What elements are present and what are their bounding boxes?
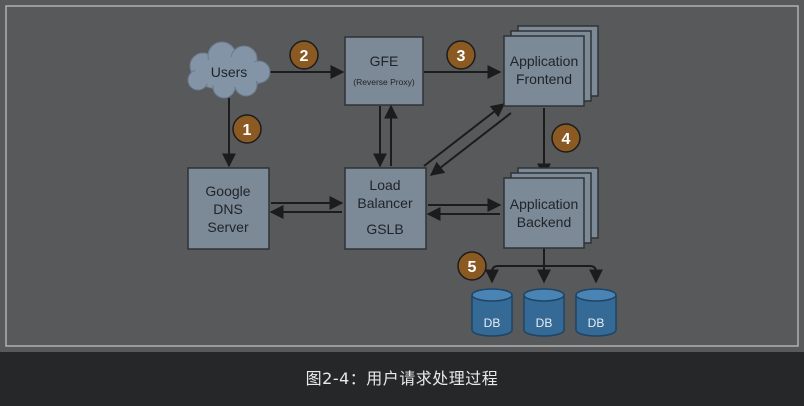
load-balancer-line1: Load (369, 177, 400, 193)
step-number: 2 (300, 48, 309, 65)
gfe-label: GFE (370, 53, 399, 69)
db-label: DB (588, 316, 605, 330)
figure-caption: 图2-4：用户请求处理过程 (305, 369, 499, 388)
app-frontend-line2: Frontend (516, 71, 572, 87)
users-label: Users (211, 64, 248, 80)
db-label: DB (484, 316, 501, 330)
app-backend-line1: Application (510, 196, 579, 212)
google-dns-node: Google DNS Server (187, 167, 270, 250)
gfe-sublabel: (Reverse Proxy) (353, 77, 415, 87)
step-number: 3 (457, 48, 466, 65)
load-balancer-node: Load Balancer GSLB (344, 167, 427, 250)
step-marker-2: 2 (289, 40, 319, 70)
database-cylinder: DB (575, 288, 617, 337)
request-flow-diagram: Users GFE (Reverse Proxy) Application Fr… (5, 5, 799, 347)
users-cloud: Users (187, 41, 271, 99)
step-marker-4: 4 (551, 123, 581, 153)
app-frontend-line1: Application (510, 53, 579, 69)
arrow-backend-to-db-left (485, 265, 544, 284)
load-balancer-line3: GSLB (366, 221, 403, 237)
step-number: 1 (243, 122, 252, 139)
app-backend-node: Application Backend (503, 167, 599, 249)
database-cylinder: DB (471, 288, 513, 337)
gfe-node: GFE (Reverse Proxy) (344, 36, 424, 106)
arrow-backend-to-db-right (544, 265, 603, 284)
db-label: DB (536, 316, 553, 330)
arrow-lb-to-frontend (423, 103, 506, 167)
google-dns-line1: Google (205, 183, 250, 199)
step-marker-1: 1 (232, 114, 262, 144)
arrow-frontend-to-lb (429, 112, 512, 176)
step-marker-5: 5 (457, 251, 487, 281)
app-backend-line2: Backend (517, 214, 571, 230)
step-marker-3: 3 (446, 40, 476, 70)
google-dns-line3: Server (207, 219, 249, 235)
app-frontend-node: Application Frontend (503, 25, 599, 107)
database-cylinder: DB (523, 288, 565, 337)
step-number: 5 (468, 259, 477, 276)
step-number: 4 (562, 131, 571, 148)
google-dns-line2: DNS (213, 201, 243, 217)
load-balancer-line2: Balancer (357, 195, 413, 211)
figure-frame: Users GFE (Reverse Proxy) Application Fr… (0, 0, 804, 406)
diagram-panel: Users GFE (Reverse Proxy) Application Fr… (0, 0, 804, 352)
